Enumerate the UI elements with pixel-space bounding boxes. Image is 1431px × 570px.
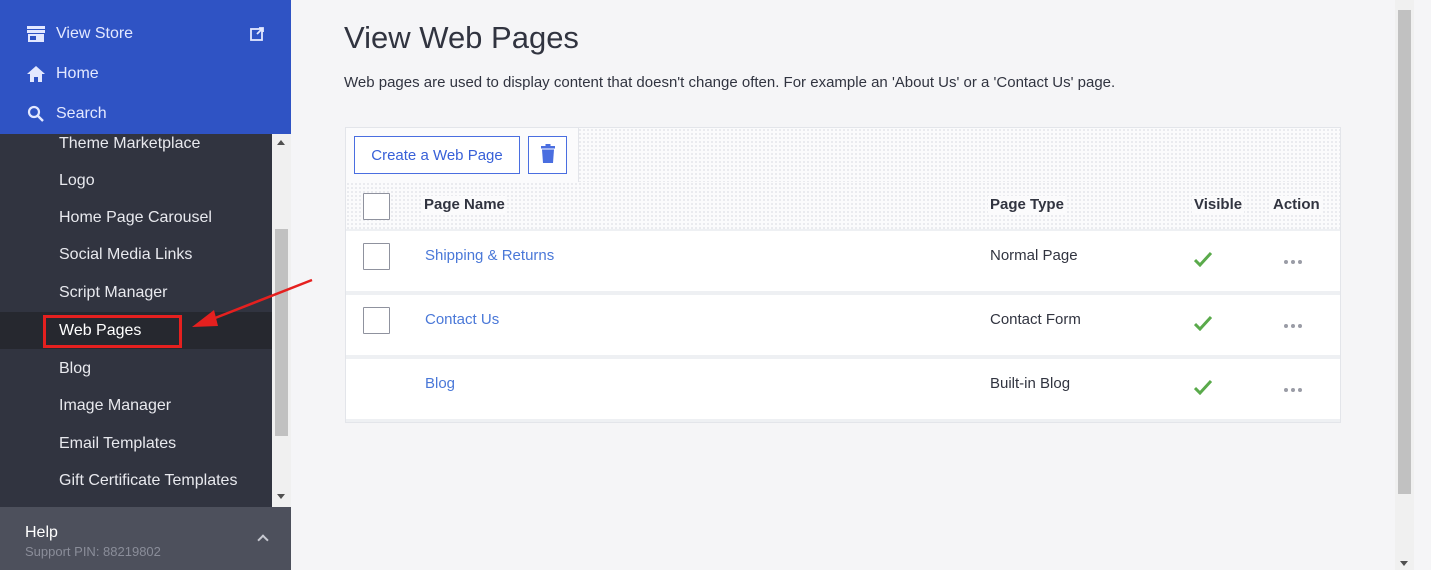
home-label: Home [56,65,99,82]
scrollbar-thumb[interactable] [1398,10,1411,494]
home-icon [26,64,46,84]
more-actions-icon[interactable] [1284,324,1302,328]
page-name-link[interactable]: Shipping & Returns [425,247,554,264]
sidebar-top-nav: View Store Home Search [0,0,291,134]
sidebar-item-theme-marketplace[interactable]: Theme Marketplace [0,134,272,162]
table-header: Page Name Page Type Visible Action [346,182,1340,229]
external-link-icon[interactable] [249,26,265,42]
sidebar-item-email-templates[interactable]: Email Templates [0,425,272,462]
scroll-up-arrow-icon[interactable] [277,140,285,145]
sidebar-item-blog[interactable]: Blog [0,350,272,387]
scroll-down-arrow-icon[interactable] [277,494,285,499]
scroll-down-arrow-icon[interactable] [1400,561,1408,566]
table-row: Contact Us Contact Form [346,295,1340,355]
trash-icon [540,143,556,167]
store-icon [26,24,46,44]
sidebar-item-gift-certificate-templates[interactable]: Gift Certificate Templates [0,462,272,499]
select-all-checkbox[interactable] [363,193,390,220]
more-actions-icon[interactable] [1284,260,1302,264]
create-web-page-button[interactable]: Create a Web Page [354,136,520,174]
column-header-action: Action [1271,196,1322,213]
web-pages-panel: Create a Web Page Page Name Page Type Vi… [345,127,1341,423]
page-name-link[interactable]: Contact Us [425,311,499,328]
page-title: View Web Pages [344,20,579,55]
search-icon [26,104,46,124]
support-pin: Support PIN: 88219802 [25,544,161,559]
search-label: Search [56,105,107,122]
sidebar-item-social-media-links[interactable]: Social Media Links [0,236,272,273]
chevron-up-icon[interactable] [257,534,269,546]
sidebar-item-logo[interactable]: Logo [0,162,272,199]
sidebar-item-home-page-carousel[interactable]: Home Page Carousel [0,199,272,236]
table-row: Shipping & Returns Normal Page [346,231,1340,291]
page-description: Web pages are used to display content th… [344,74,1116,91]
column-header-visible[interactable]: Visible [1192,196,1245,213]
sidebar-item-image-manager[interactable]: Image Manager [0,387,272,424]
column-header-page-type[interactable]: Page Type [988,196,1066,213]
help-title: Help [25,524,58,541]
row-checkbox[interactable] [363,307,390,334]
toolbar-divider [578,128,579,182]
home-link[interactable]: Home [0,54,291,94]
table-row: Blog Built-in Blog [346,359,1340,419]
more-actions-icon[interactable] [1284,388,1302,392]
toolbar: Create a Web Page [346,128,1340,182]
visible-check-icon[interactable] [1193,315,1213,332]
page-type: Normal Page [990,247,1078,264]
main-scrollbar[interactable] [1395,0,1414,570]
annotation-arrow-icon [192,278,313,327]
page-name-link[interactable]: Blog [425,375,455,392]
delete-button[interactable] [528,136,567,174]
page-type: Built-in Blog [990,375,1071,392]
row-checkbox[interactable] [363,243,390,270]
page-type: Contact Form [990,311,1081,328]
annotation-highlight-box [43,315,182,348]
view-store-link[interactable]: View Store [0,14,291,54]
visible-check-icon[interactable] [1193,251,1213,268]
column-header-page-name[interactable]: Page Name [422,196,507,213]
search-link[interactable]: Search [0,94,291,134]
view-store-label: View Store [56,25,134,42]
visible-check-icon[interactable] [1193,379,1213,396]
help-section[interactable]: Help Support PIN: 88219802 [0,507,291,570]
